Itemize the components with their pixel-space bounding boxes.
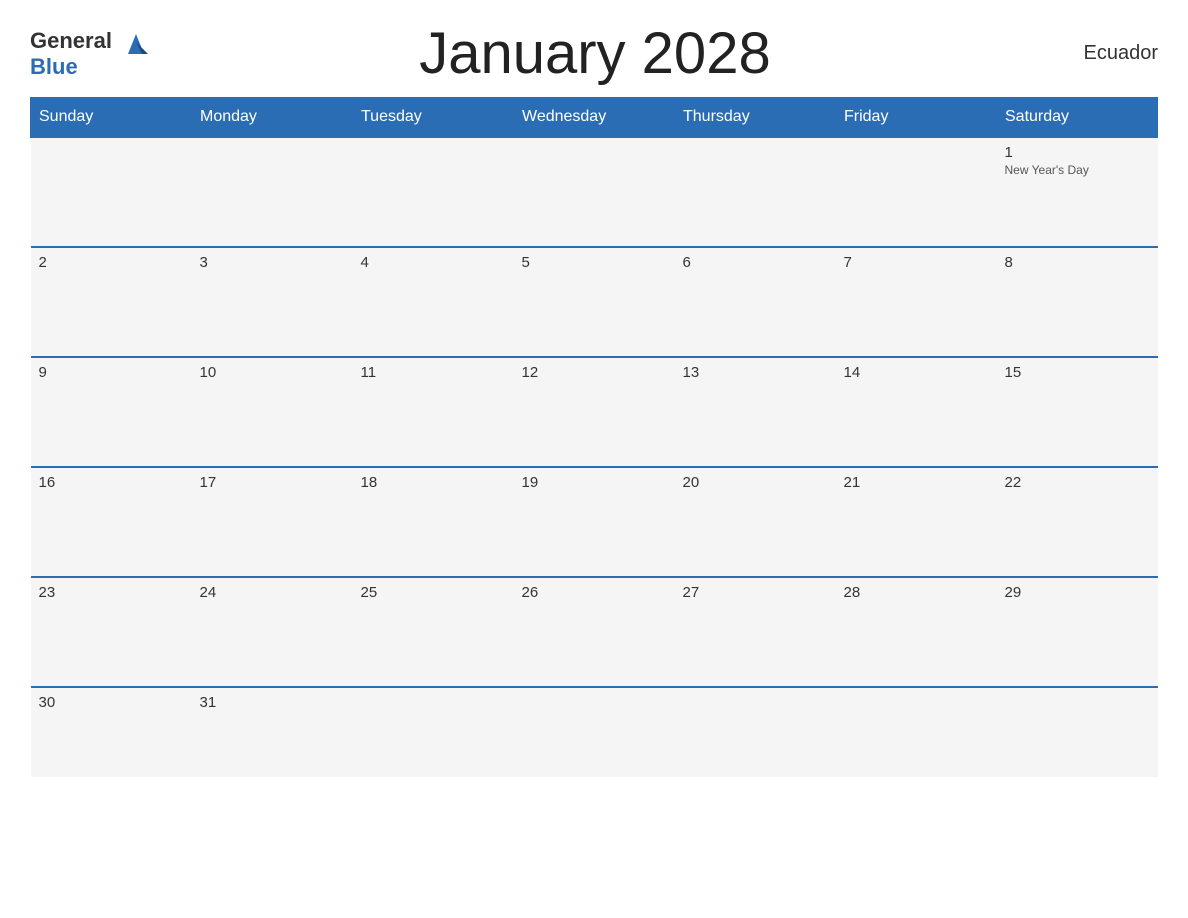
calendar-week-4: 16 17 18 19 20 21 22	[31, 467, 1158, 577]
calendar-cell	[192, 137, 353, 247]
calendar-cell	[836, 137, 997, 247]
day-number: 21	[844, 474, 989, 491]
calendar-cell	[353, 137, 514, 247]
day-number: 11	[361, 364, 506, 381]
calendar-cell: 5	[514, 247, 675, 357]
day-number: 14	[844, 364, 989, 381]
day-number: 31	[200, 694, 345, 711]
day-header-saturday: Saturday	[997, 98, 1158, 138]
calendar-cell: 13	[675, 357, 836, 467]
calendar-cell: 30	[31, 687, 192, 777]
calendar-cell: 24	[192, 577, 353, 687]
calendar-cell: 3	[192, 247, 353, 357]
calendar-cell	[31, 137, 192, 247]
day-number: 22	[1005, 474, 1150, 491]
calendar-cell: 21	[836, 467, 997, 577]
calendar-cell: 25	[353, 577, 514, 687]
calendar-cell: 22	[997, 467, 1158, 577]
calendar-cell	[675, 687, 836, 777]
day-number: 17	[200, 474, 345, 491]
day-number: 9	[39, 364, 184, 381]
day-number: 28	[844, 584, 989, 601]
calendar-cell: 23	[31, 577, 192, 687]
day-number: 20	[683, 474, 828, 491]
calendar-cell: 8	[997, 247, 1158, 357]
day-number: 30	[39, 694, 184, 711]
day-number: 26	[522, 584, 667, 601]
day-header-tuesday: Tuesday	[353, 98, 514, 138]
calendar-cell: 18	[353, 467, 514, 577]
day-number: 25	[361, 584, 506, 601]
calendar-cell: 4	[353, 247, 514, 357]
calendar-cell: 12	[514, 357, 675, 467]
day-number: 18	[361, 474, 506, 491]
calendar-cell: 1 New Year's Day	[997, 137, 1158, 247]
month-title: January 2028	[152, 20, 1038, 87]
calendar-cell: 15	[997, 357, 1158, 467]
calendar-cell: 20	[675, 467, 836, 577]
calendar-week-1: 1 New Year's Day	[31, 137, 1158, 247]
day-number: 12	[522, 364, 667, 381]
day-number: 1	[1005, 144, 1150, 161]
day-number: 6	[683, 254, 828, 271]
calendar-cell	[353, 687, 514, 777]
country-label: Ecuador	[1038, 42, 1158, 65]
calendar-cell: 27	[675, 577, 836, 687]
calendar-cell: 11	[353, 357, 514, 467]
calendar-cell: 14	[836, 357, 997, 467]
day-number: 8	[1005, 254, 1150, 271]
day-header-wednesday: Wednesday	[514, 98, 675, 138]
day-number: 27	[683, 584, 828, 601]
calendar-table: SundayMondayTuesdayWednesdayThursdayFrid…	[30, 97, 1158, 777]
logo: General Blue	[30, 28, 152, 80]
calendar-cell	[997, 687, 1158, 777]
calendar-cell: 6	[675, 247, 836, 357]
day-number: 23	[39, 584, 184, 601]
calendar-week-5: 23 24 25 26 27 28 29	[31, 577, 1158, 687]
day-number: 10	[200, 364, 345, 381]
day-header-friday: Friday	[836, 98, 997, 138]
day-number: 5	[522, 254, 667, 271]
calendar-cell: 16	[31, 467, 192, 577]
calendar-cell: 7	[836, 247, 997, 357]
calendar-cell: 29	[997, 577, 1158, 687]
day-header-thursday: Thursday	[675, 98, 836, 138]
day-number: 24	[200, 584, 345, 601]
logo-blue-text: Blue	[30, 54, 78, 80]
calendar-cell: 17	[192, 467, 353, 577]
calendar-week-2: 2345678	[31, 247, 1158, 357]
day-number: 13	[683, 364, 828, 381]
day-header-monday: Monday	[192, 98, 353, 138]
logo-icon	[120, 28, 152, 54]
calendar-week-6: 30 31	[31, 687, 1158, 777]
calendar-cell	[514, 137, 675, 247]
calendar-week-3: 9 10 11 12 13 14 15	[31, 357, 1158, 467]
logo-general-text: General	[30, 28, 112, 54]
calendar-cell: 9	[31, 357, 192, 467]
calendar-header-row: SundayMondayTuesdayWednesdayThursdayFrid…	[31, 98, 1158, 138]
calendar-cell: 10	[192, 357, 353, 467]
calendar-cell	[675, 137, 836, 247]
day-header-sunday: Sunday	[31, 98, 192, 138]
calendar-cell: 28	[836, 577, 997, 687]
calendar-cell	[836, 687, 997, 777]
day-number: 15	[1005, 364, 1150, 381]
day-number: 29	[1005, 584, 1150, 601]
day-number: 4	[361, 254, 506, 271]
day-number: 19	[522, 474, 667, 491]
day-number: 3	[200, 254, 345, 271]
calendar-cell: 31	[192, 687, 353, 777]
calendar-cell	[514, 687, 675, 777]
calendar-cell: 19	[514, 467, 675, 577]
holiday-name: New Year's Day	[1005, 163, 1150, 177]
calendar-header: General Blue January 2028 Ecuador	[30, 20, 1158, 87]
day-number: 2	[39, 254, 184, 271]
day-number: 16	[39, 474, 184, 491]
calendar-cell: 26	[514, 577, 675, 687]
calendar-cell: 2	[31, 247, 192, 357]
day-number: 7	[844, 254, 989, 271]
